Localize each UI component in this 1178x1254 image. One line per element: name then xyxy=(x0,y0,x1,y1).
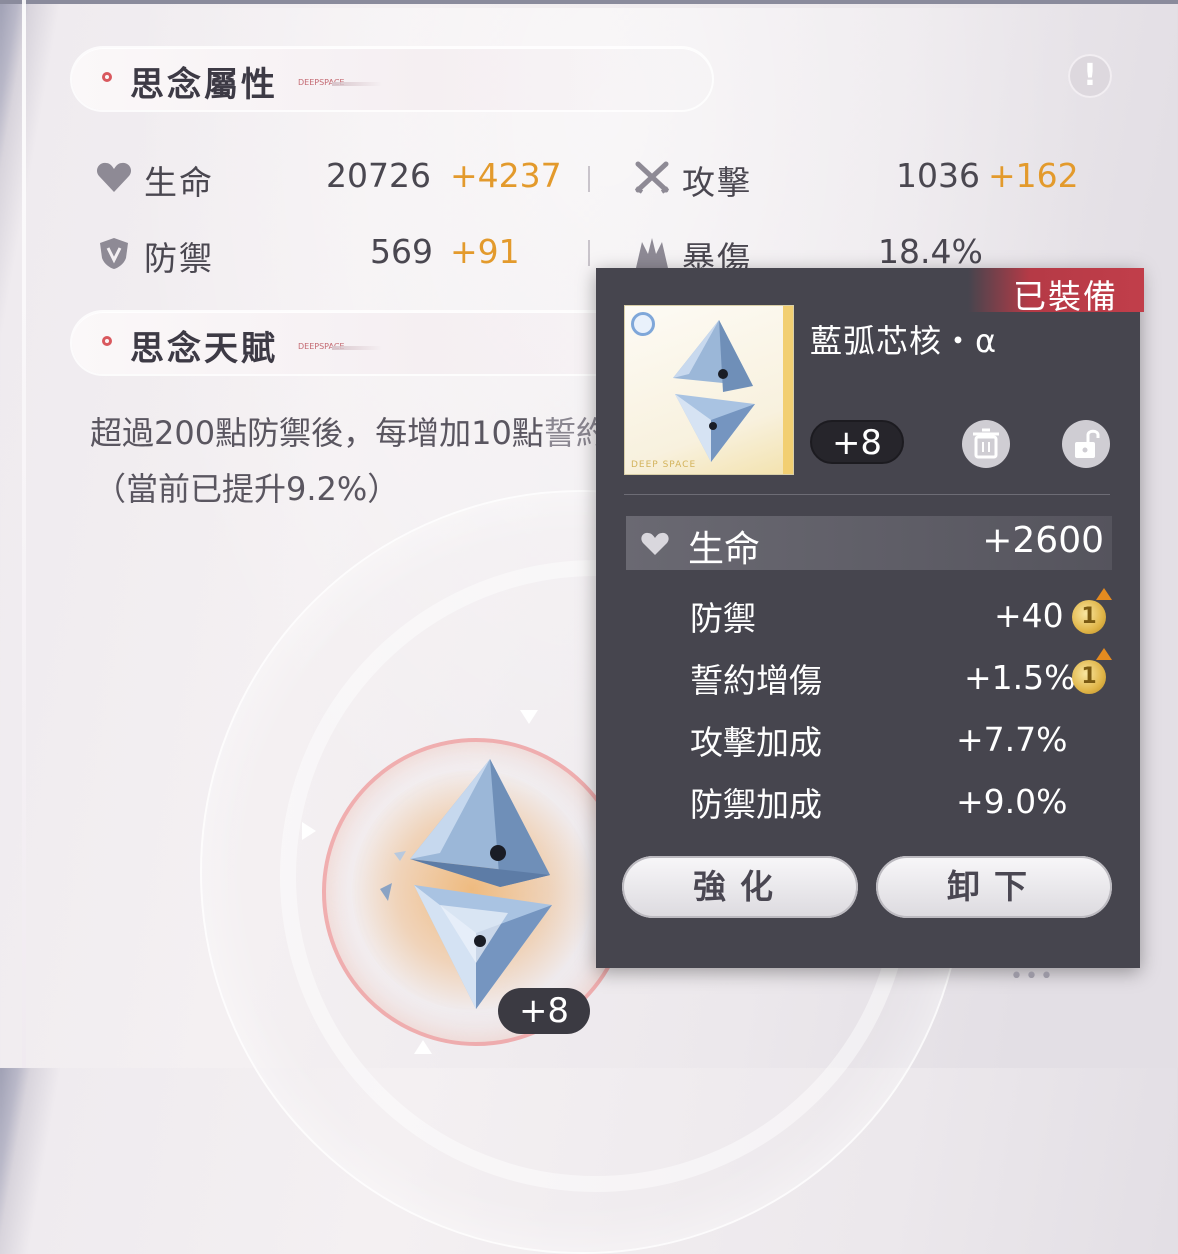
stat-name: 攻擊 xyxy=(682,163,752,202)
left-rail xyxy=(22,0,26,1068)
stat-def: 防禦 569 +91 xyxy=(96,232,576,278)
lock-button[interactable] xyxy=(1062,420,1110,468)
stat-atk: 攻擊 1036 +162 xyxy=(634,156,1079,202)
header-dot-icon xyxy=(102,72,112,82)
burst-icon xyxy=(636,238,668,268)
stat-hp: 生命 20726 +4237 xyxy=(96,156,576,202)
stat-name: 生命 xyxy=(144,163,214,202)
stat-separator xyxy=(588,240,590,266)
equipped-badge: 已裝備 xyxy=(968,268,1144,316)
sub-stat-name: 防禦加成 xyxy=(690,785,822,824)
sub-stat-value: +1.5% xyxy=(964,658,1076,697)
discard-button[interactable] xyxy=(962,420,1010,468)
shield-icon xyxy=(100,238,128,269)
unequip-button[interactable]: 卸下 xyxy=(876,856,1112,918)
unlock-icon xyxy=(1075,429,1100,458)
main-stat-value: +2600 xyxy=(982,520,1104,561)
attributes-title: 思念屬性 xyxy=(130,65,278,105)
crystal-core-image[interactable] xyxy=(380,755,560,1015)
page-dots-icon: ••• xyxy=(1010,964,1055,989)
stat-bonus: +4237 xyxy=(450,156,562,195)
trash-icon xyxy=(973,428,999,459)
ring-marker-icon xyxy=(520,710,538,724)
upgrade-count-icon: 1 xyxy=(1072,648,1112,694)
upgrade-arrow-icon xyxy=(1096,648,1112,660)
item-card[interactable]: DEEP SPACE xyxy=(625,306,793,474)
stat-value: 20726 xyxy=(326,156,431,195)
rarity-stripe xyxy=(783,306,793,474)
info-button[interactable]: ! xyxy=(1068,54,1112,98)
upgrade-count-icon: 1 xyxy=(1072,588,1112,634)
heart-icon xyxy=(641,532,669,555)
heart-icon xyxy=(96,162,132,192)
upgrade-count: 1 xyxy=(1081,604,1097,629)
popup-divider xyxy=(624,494,1110,495)
stat-value: 569 xyxy=(370,232,433,271)
sub-stat-value: +9.0% xyxy=(956,782,1068,821)
stat-name: 防禦 xyxy=(144,239,214,278)
main-stat-name: 生命 xyxy=(688,529,761,570)
top-edge xyxy=(0,0,1178,4)
talent-title: 思念天賦 xyxy=(130,329,278,369)
crystal-level-badge: +8 xyxy=(498,988,590,1034)
ring-marker-icon xyxy=(302,822,316,840)
enhance-button[interactable]: 強化 xyxy=(622,856,858,918)
main-stat-row: 生命 +2600 xyxy=(626,516,1112,570)
upgrade-arrow-icon xyxy=(1096,588,1112,600)
sub-stat-name: 誓約增傷 xyxy=(690,661,822,700)
crossed-swords-icon xyxy=(634,161,670,194)
item-level-badge: +8 xyxy=(810,420,904,464)
equipped-label: 已裝備 xyxy=(1013,277,1118,316)
sub-stat-name: 攻擊加成 xyxy=(690,723,822,762)
upgrade-count: 1 xyxy=(1081,664,1097,689)
crystal-thumbnail-icon xyxy=(673,320,755,462)
header-dot-icon xyxy=(102,336,112,346)
stat-value: 18.4% xyxy=(878,232,983,271)
sub-stat-value: +7.7% xyxy=(956,720,1068,759)
card-label: DEEP SPACE xyxy=(631,460,697,470)
header-deco-bar xyxy=(332,346,382,350)
header-deco-bar xyxy=(332,82,382,86)
sub-stat-name: 防禦 xyxy=(690,599,756,638)
attributes-header: 思念屬性 DEEPSPACE xyxy=(72,48,712,110)
stat-bonus: +162 xyxy=(988,156,1079,195)
talent-line-1-text: 超過200點防禦後，每增加10點 xyxy=(90,414,544,452)
stat-bonus: +91 xyxy=(450,232,520,271)
item-name: 藍弧芯核・α xyxy=(810,322,998,360)
stat-value: 1036 xyxy=(896,156,980,195)
stat-separator xyxy=(588,166,590,192)
sub-stat-value: +40 xyxy=(994,596,1064,635)
ring-marker-icon xyxy=(414,1040,432,1054)
